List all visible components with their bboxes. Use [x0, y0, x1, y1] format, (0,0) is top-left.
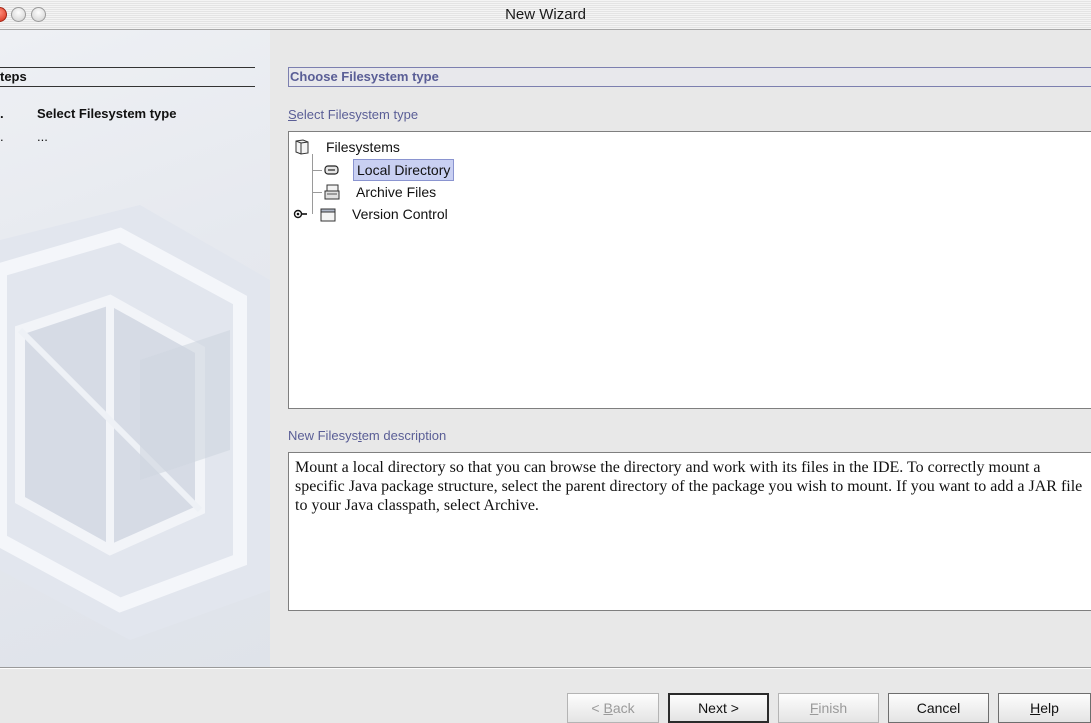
filesystem-type-tree[interactable]: Filesystems Local Directory Archive File…: [288, 131, 1091, 409]
drive-icon: [324, 165, 339, 175]
step-label: ...: [37, 129, 48, 144]
filesystems-icon: [295, 139, 309, 155]
wizard-window: New Wizard teps . Select Filesystem type…: [0, 0, 1091, 723]
bottom-divider-highlight: [0, 668, 1091, 669]
filesystem-type-label: Select Filesystem type: [288, 107, 419, 122]
steps-pane: teps . Select Filesystem type . ...: [0, 30, 270, 667]
folder-icon: [320, 208, 336, 222]
archive-icon: [324, 184, 340, 200]
window-title: New Wizard: [505, 6, 586, 23]
tree-connector: [312, 192, 322, 193]
panel-title: Choose Filesystem type: [288, 67, 1091, 87]
tree-item-label: Archive Files: [356, 184, 437, 200]
tree-item-label: Local Directory: [353, 159, 455, 181]
tree-item-local-directory[interactable]: Local Directory: [323, 159, 455, 181]
tree-connector: [312, 170, 322, 171]
cancel-button[interactable]: Cancel: [888, 693, 989, 723]
step-number: .: [0, 106, 4, 121]
title-bar[interactable]: New Wizard: [0, 0, 1091, 30]
steps-heading: teps: [0, 67, 255, 87]
tree-item-version-control[interactable]: Version Control: [293, 203, 451, 225]
help-button[interactable]: Help: [998, 693, 1091, 723]
description-label: New Filesystem description: [288, 428, 447, 443]
step-label: Select Filesystem type: [37, 106, 177, 121]
tree-root-filesystems[interactable]: Filesystems: [293, 136, 403, 158]
step-number: .: [0, 129, 4, 144]
expand-toggle-icon[interactable]: [293, 208, 309, 220]
back-button[interactable]: < Back: [567, 693, 659, 723]
tree-item-label: Version Control: [352, 206, 448, 222]
tree-item-archive-files[interactable]: Archive Files: [323, 181, 439, 203]
decorative-cube-graphic: [0, 205, 270, 640]
next-button[interactable]: Next >: [668, 693, 769, 723]
tree-root-label: Filesystems: [326, 139, 400, 155]
description-textarea[interactable]: Mount a local directory so that you can …: [288, 452, 1091, 611]
finish-button[interactable]: Finish: [778, 693, 879, 723]
